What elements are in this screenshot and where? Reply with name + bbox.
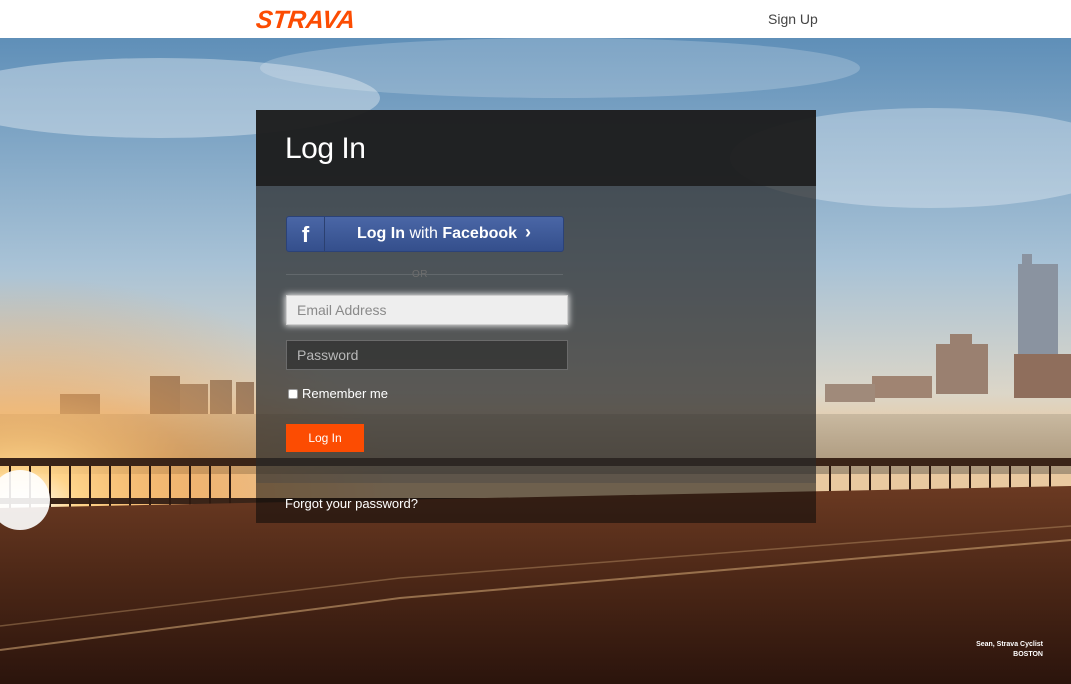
facebook-prefix: Log In — [357, 225, 405, 242]
login-panel: Log In f Log In with Facebook › OR Remem… — [256, 110, 816, 523]
photo-credit-location: BOSTON — [1013, 651, 1043, 658]
facebook-button-label: Log In with Facebook — [357, 225, 517, 243]
remember-me-label[interactable]: Remember me — [302, 386, 388, 401]
remember-me-checkbox[interactable] — [288, 388, 298, 399]
forgot-password-link[interactable]: Forgot your password? — [285, 496, 418, 511]
login-header: Log In — [256, 110, 816, 186]
email-field[interactable] — [286, 295, 568, 325]
photo-credit-name: Sean, Strava Cyclist — [976, 641, 1043, 648]
password-field[interactable] — [286, 340, 568, 370]
login-button[interactable]: Log In — [286, 424, 364, 452]
facebook-login-button[interactable]: f Log In with Facebook › — [286, 216, 564, 252]
login-title: Log In — [285, 132, 366, 165]
facebook-brand: Facebook — [442, 225, 518, 242]
chevron-right-icon: › — [525, 222, 531, 242]
or-label: OR — [412, 269, 428, 280]
sign-up-link[interactable]: Sign Up — [768, 11, 818, 27]
login-form: f Log In with Facebook › OR Remember me … — [256, 186, 816, 483]
facebook-icon: f — [287, 217, 325, 251]
top-navigation: STRAVA Sign Up — [0, 0, 1071, 38]
login-footer: Forgot your password? — [256, 483, 816, 523]
strava-logo[interactable]: STRAVA — [254, 6, 357, 35]
facebook-with: with — [409, 225, 438, 242]
remember-me-row: Remember me — [288, 386, 388, 401]
photo-credit: Sean, Strava Cyclist BOSTON — [976, 640, 1043, 660]
